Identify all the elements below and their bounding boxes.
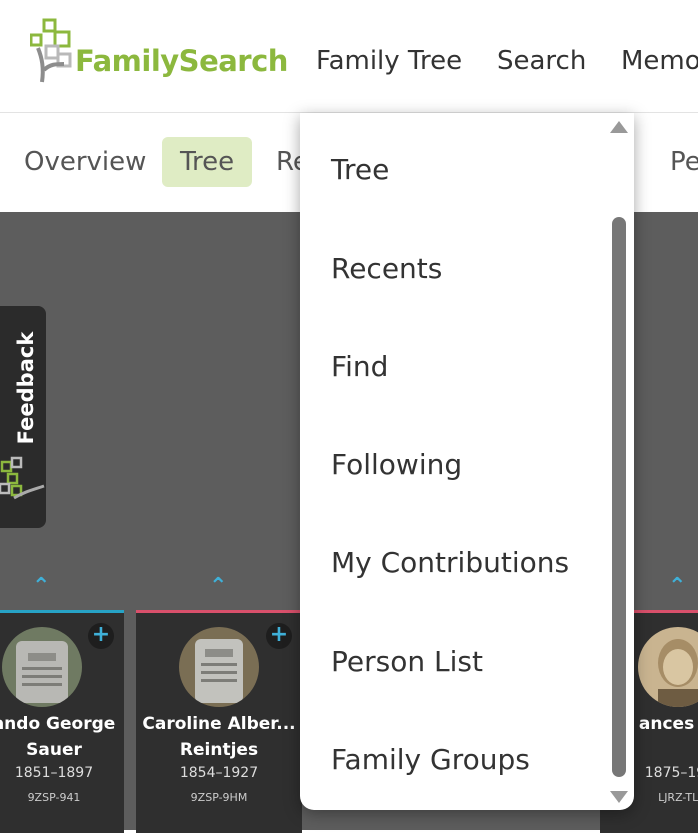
menu-item-person-list[interactable]: Person List xyxy=(331,645,483,678)
nav-family-tree[interactable]: Family Tree xyxy=(316,46,462,76)
tree-logo-icon xyxy=(30,18,72,83)
add-person-icon[interactable]: + xyxy=(88,623,114,649)
familysearch-logo[interactable]: FamilySearch xyxy=(30,18,288,86)
person-name: ances B xyxy=(638,714,698,734)
sepia-portrait-photo xyxy=(638,627,698,707)
person-dates: 1854–1927 xyxy=(179,765,259,781)
scrollbar-thumb[interactable] xyxy=(612,217,626,777)
nav-search[interactable]: Search xyxy=(497,46,586,76)
scroll-down-arrow-icon[interactable] xyxy=(610,791,628,803)
expand-parents-chevron-icon[interactable]: ⌃ xyxy=(32,574,50,599)
person-card[interactable]: + Caroline Alber... Reintjes 1854–1927 9… xyxy=(136,610,302,833)
person-id: LJRZ-TLC xyxy=(658,791,698,804)
feedback-label: Feedback xyxy=(14,331,38,445)
add-person-icon[interactable]: + xyxy=(266,623,292,649)
person-id: 9ZSP-9HM xyxy=(190,791,248,804)
person-name: Caroline Alber... xyxy=(142,714,296,734)
person-portrait xyxy=(179,627,259,707)
menu-item-tree[interactable]: Tree xyxy=(331,153,389,186)
scroll-up-arrow-icon[interactable] xyxy=(610,121,628,133)
gravestone-photo xyxy=(179,627,259,707)
person-portrait xyxy=(2,627,82,707)
person-dates: 1875–19 xyxy=(644,765,698,781)
gravestone-photo xyxy=(2,627,82,707)
menu-item-my-contributions[interactable]: My Contributions xyxy=(331,546,569,579)
family-tree-dropdown: Tree Recents Find Following My Contribut… xyxy=(300,113,634,810)
person-card[interactable]: + ando George Sauer 1851–1897 9ZSP-941 xyxy=(0,610,124,833)
tab-person[interactable]: Pe xyxy=(652,137,698,187)
feedback-tab[interactable]: Feedback xyxy=(0,306,46,528)
menu-item-family-groups[interactable]: Family Groups xyxy=(331,743,530,776)
person-surname: Sauer xyxy=(26,740,82,760)
menu-item-following[interactable]: Following xyxy=(331,448,462,481)
person-portrait xyxy=(638,627,698,707)
menu-item-find[interactable]: Find xyxy=(331,350,388,383)
menu-item-recents[interactable]: Recents xyxy=(331,252,442,285)
person-name: ando George xyxy=(0,714,116,734)
person-dates: 1851–1897 xyxy=(14,765,94,781)
nav-memories[interactable]: Memo xyxy=(621,46,698,76)
tab-tree[interactable]: Tree xyxy=(162,137,253,187)
top-header: FamilySearch Family Tree Search Memo xyxy=(0,0,698,113)
expand-parents-chevron-icon[interactable]: ⌃ xyxy=(209,574,227,599)
tab-overview[interactable]: Overview xyxy=(6,137,164,187)
person-surname: Reintjes xyxy=(179,740,259,760)
expand-parents-chevron-icon[interactable]: ⌃ xyxy=(668,574,686,599)
person-id: 9ZSP-941 xyxy=(27,791,81,804)
brand-name: FamilySearch xyxy=(75,44,288,78)
feedback-tree-icon xyxy=(0,456,45,500)
